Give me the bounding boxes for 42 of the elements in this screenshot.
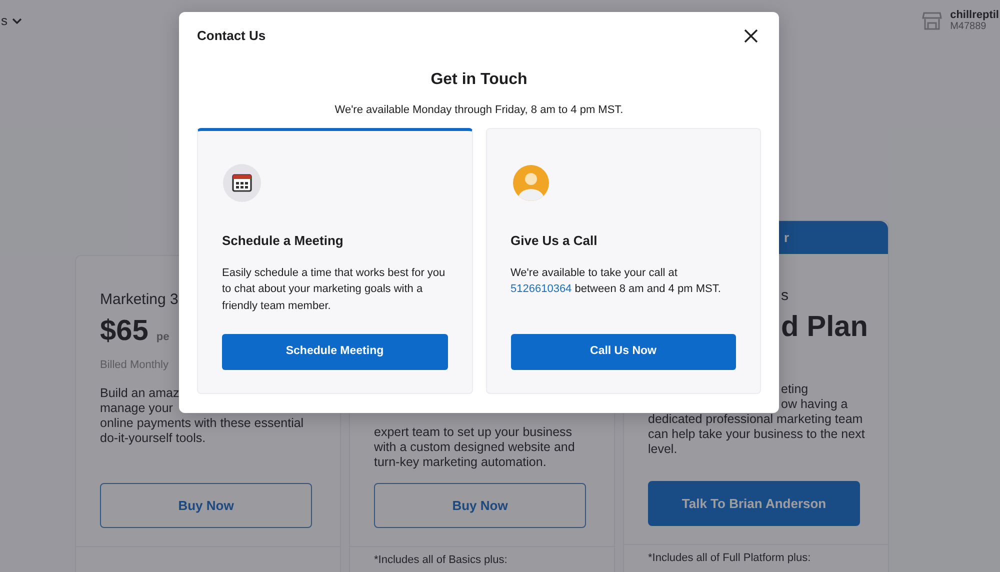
plan-price: d Plan	[781, 310, 868, 342]
contact-option-card[interactable]: Schedule a Meeting Easily schedule a time that works best for you to chat about your marketing goals with a friendly team member. Schedule Meeting	[197, 128, 472, 394]
store-icon	[922, 12, 942, 30]
plan-button[interactable]: Talk To Brian Anderson	[648, 481, 860, 526]
option-button[interactable]: Call Us Now	[510, 334, 736, 370]
plan-title: Marketing 3	[100, 290, 178, 310]
calendar-icon	[222, 163, 262, 203]
chevron-down-icon	[12, 18, 22, 24]
description-line: ow having a	[781, 396, 848, 412]
phone-link[interactable]: 5126610364	[510, 283, 572, 295]
billing-note: Billed Monthly	[100, 358, 168, 374]
description-line: manage your	[100, 400, 173, 416]
price-unit: pe	[156, 330, 170, 342]
plan-title: s	[781, 286, 788, 306]
description-line: do-it-yourself tools.	[100, 430, 206, 446]
description-line: expert team to set up your business	[374, 425, 572, 440]
description-line: level.	[648, 442, 678, 457]
dialog-title: Contact Us	[197, 27, 266, 45]
description-line: turn-key marketing automation.	[374, 455, 546, 470]
description-line: eting	[781, 382, 808, 397]
option-title: Schedule a Meeting	[222, 232, 344, 250]
plan-price: $65	[100, 314, 148, 346]
includes-note: *Includes all of Basics plus:	[374, 554, 508, 567]
plan-button[interactable]: Buy Now	[374, 483, 586, 528]
description-line: can help take your business to the next	[648, 426, 865, 442]
description-line: dedicated professional marketing team	[648, 412, 863, 427]
includes-note: *Includes all of Full Platform plus:	[648, 552, 811, 565]
option-button[interactable]: Schedule Meeting	[222, 334, 448, 370]
account-name: chillreptil	[950, 10, 999, 21]
menu-dropdown[interactable]: s	[1, 11, 22, 31]
option-description: Easily schedule a time that works best for you to chat about your marketing goals with a friendly team member.	[222, 266, 446, 314]
option-description: We're available to take your call at 5126610364 between 8 am and 4 pm MST.	[510, 266, 722, 297]
dialog-subtitle: We're available Monday through Friday, 8 am to 4 pm MST.	[334, 102, 624, 118]
option-title: Give Us a Call	[510, 232, 598, 250]
dialog-heading: Get in Touch	[430, 70, 528, 90]
contact-option-card[interactable]: Give Us a Call We're available to take your call at 5126610364 between 8 am and 4 pm MST. Call Us Now	[486, 128, 761, 394]
description-line: with a custom designed website and	[374, 440, 575, 455]
avatar-icon	[510, 163, 550, 203]
account-id: M47889	[950, 21, 988, 32]
plan-button[interactable]: Buy Now	[100, 483, 312, 528]
close-button[interactable]	[743, 28, 759, 44]
description-line: online payments with these essential	[100, 416, 304, 431]
